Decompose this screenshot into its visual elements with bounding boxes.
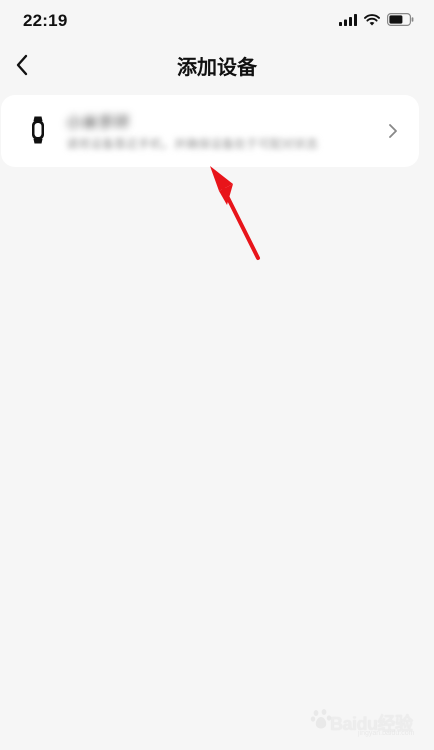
band-icon [32,116,44,144]
paw-icon [310,709,332,729]
status-bar: 22:19 [0,0,434,42]
wifi-icon [364,13,380,25]
battery-icon [387,13,414,26]
watermark-url: jingyan.baidu.com [358,730,415,737]
chevron-right-icon [389,124,397,138]
device-name: 小米手环 [66,115,131,132]
page-title: 添加设备 [177,57,257,79]
baidu-watermark: Baidu经验 jingyan.baidu.com [310,706,420,738]
device-list-item[interactable]: 小米手环 请将设备靠近手机，并确保设备处于可配对状态 [1,95,419,167]
nav-bar: 添加设备 [0,42,434,88]
status-icons [339,13,414,26]
annotation-arrow [210,166,260,260]
status-time: 22:19 [23,11,68,30]
device-description: 请将设备靠近手机，并确保设备处于可配对状态 [66,137,319,151]
signal-icon [339,13,357,26]
